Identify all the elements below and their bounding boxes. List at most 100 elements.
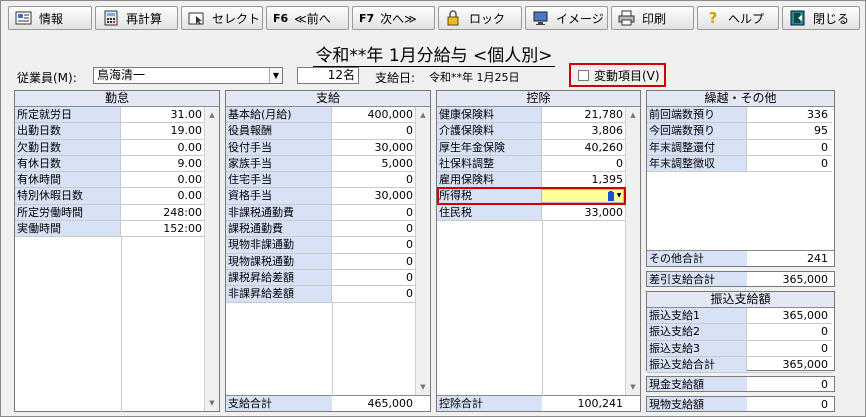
image-button[interactable]: イメージ	[525, 6, 608, 30]
payments-row-value[interactable]: 0	[332, 172, 416, 187]
attendance-row[interactable]: 欠勤日数 0.00	[15, 139, 206, 156]
attendance-row-label: 所定就労日	[15, 107, 121, 123]
variable-items-checkbox[interactable]: 変動項目(V)	[569, 63, 666, 87]
transfer-row[interactable]: 振込支給合計 365,000	[647, 356, 832, 374]
payments-row-value[interactable]: 0	[332, 205, 416, 220]
payments-row[interactable]: 役付手当 30,000	[226, 139, 417, 156]
carryover-row-value[interactable]: 0	[747, 156, 831, 171]
attendance-row-value[interactable]: 9.00	[121, 156, 205, 171]
attendance-scrollbar[interactable]: ▲ ▼	[204, 107, 219, 411]
attendance-row-value[interactable]: 152:00	[121, 221, 205, 236]
attendance-header: 勤怠	[15, 91, 219, 107]
payments-row[interactable]: 非課税通勤費 0	[226, 204, 417, 222]
select-button[interactable]: セレクト	[181, 6, 263, 30]
attendance-row-value[interactable]: 248:00	[121, 205, 205, 220]
lock-button[interactable]: ロック	[438, 6, 522, 30]
transfer-row-value[interactable]: 0	[747, 324, 831, 339]
payments-row-value[interactable]: 0	[332, 286, 416, 301]
deductions-scrollbar[interactable]: ▲ ▼	[625, 107, 640, 395]
attendance-row-value[interactable]: 31.00	[121, 107, 205, 122]
payments-row[interactable]: 課税通勤費 0	[226, 221, 417, 238]
carryover-row-value[interactable]: 0	[747, 140, 831, 155]
payments-row[interactable]: 資格手当 30,000	[226, 188, 417, 205]
deductions-row-value[interactable]: 1,395	[542, 172, 626, 187]
transfer-row[interactable]: 振込支給1 365,000	[647, 308, 832, 325]
carryover-row[interactable]: 今回端数預り 95	[647, 123, 832, 140]
transfer-row-value[interactable]: 0	[747, 341, 831, 356]
scroll-down-icon[interactable]: ▼	[626, 380, 640, 394]
attendance-row-value[interactable]: 0.00	[121, 188, 205, 203]
transfer-row[interactable]: 振込支給2 0	[647, 324, 832, 341]
payments-row[interactable]: 住宅手当 0	[226, 172, 417, 189]
payments-scrollbar[interactable]: ▲ ▼	[415, 107, 430, 395]
prev-button[interactable]: F6 ≪前へ	[266, 6, 349, 30]
attendance-row-value[interactable]: 0.00	[121, 172, 205, 187]
scroll-up-icon[interactable]: ▲	[205, 108, 219, 122]
other-total-row: その他合計 241	[647, 250, 834, 266]
carryover-row-value[interactable]: 95	[747, 123, 831, 138]
attendance-row[interactable]: 出勤日数 19.00	[15, 123, 206, 140]
deductions-row-value[interactable]: 33,000	[542, 205, 626, 220]
payments-row[interactable]: 非課昇給差額 0	[226, 286, 417, 303]
attendance-row-value[interactable]: 0.00	[121, 140, 205, 155]
payments-row[interactable]: 役員報酬 0	[226, 123, 417, 140]
deductions-row[interactable]: 健康保険料 21,780	[437, 107, 627, 124]
payments-row-value[interactable]: 30,000	[332, 140, 416, 155]
recalc-button[interactable]: 再計算	[95, 6, 178, 30]
payments-row-value[interactable]: 0	[332, 221, 416, 236]
deductions-row-value[interactable]: 3,806	[542, 123, 626, 138]
deductions-row[interactable]: 住民税 33,000	[437, 204, 627, 222]
transfer-row-label: 振込支給3	[647, 340, 747, 356]
scroll-up-icon[interactable]: ▲	[626, 108, 640, 122]
calculator-icon	[102, 10, 120, 26]
transfer-row-value[interactable]: 365,000	[747, 308, 831, 323]
print-button[interactable]: 印刷	[611, 6, 694, 30]
carryover-row-value[interactable]: 336	[747, 107, 831, 122]
attendance-row[interactable]: 有休時間 0.00	[15, 172, 206, 189]
payments-row[interactable]: 現物非課通勤 0	[226, 237, 417, 254]
payments-row-value[interactable]: 30,000	[332, 188, 416, 203]
deductions-row[interactable]: 厚生年金保険 40,260	[437, 139, 627, 156]
deductions-row-value[interactable]: 21,780	[542, 107, 626, 122]
attendance-row[interactable]: 実働時間 152:00	[15, 221, 206, 238]
next-button[interactable]: F7 次へ≫	[352, 6, 435, 30]
payments-row[interactable]: 課税昇給差額 0	[226, 269, 417, 287]
checkbox-icon[interactable]	[578, 69, 589, 81]
attendance-row[interactable]: 有休日数 9.00	[15, 155, 206, 173]
payments-row-value[interactable]: 0	[332, 123, 416, 138]
attendance-row[interactable]: 特別休暇日数 0.00	[15, 188, 206, 205]
deductions-row[interactable]: 社保料調整 0	[437, 155, 627, 173]
attendance-row[interactable]: 所定労働時間 248:00	[15, 204, 206, 222]
payments-row[interactable]: 基本給(月給) 400,000	[226, 107, 417, 124]
payments-header: 支給	[226, 91, 430, 107]
chevron-down-icon[interactable]: ▼	[615, 190, 623, 202]
close-button[interactable]: 閉じる	[782, 6, 860, 30]
transfer-row[interactable]: 振込支給3 0	[647, 340, 832, 357]
carryover-row[interactable]: 年末調整還付 0	[647, 139, 832, 156]
transfer-row-value[interactable]: 365,000	[747, 357, 831, 372]
carryover-row[interactable]: 前回端数預り 336	[647, 107, 832, 124]
payments-row-value[interactable]: 0	[332, 237, 416, 252]
page-title: 令和**年 1月分給与 <個人別>	[313, 46, 555, 67]
carryover-row-label: 前回端数預り	[647, 107, 747, 123]
attendance-row-value[interactable]: 19.00	[121, 123, 205, 138]
deductions-row-value[interactable]: 0	[542, 156, 626, 171]
scroll-down-icon[interactable]: ▼	[205, 396, 219, 410]
employee-select[interactable]: 鳥海清一 ▼	[93, 67, 283, 84]
payments-row-value[interactable]: 0	[332, 270, 416, 285]
deductions-row-value[interactable]: 40,260	[542, 140, 626, 155]
payments-row[interactable]: 家族手当 5,000	[226, 155, 417, 173]
scroll-down-icon[interactable]: ▼	[416, 380, 430, 394]
payments-row[interactable]: 現物課税通勤 0	[226, 253, 417, 270]
info-button[interactable]: 情報	[8, 6, 92, 30]
chevron-down-icon[interactable]: ▼	[269, 68, 282, 83]
payments-row-value[interactable]: 400,000	[332, 107, 416, 122]
deductions-row[interactable]: 介護保険料 3,806	[437, 123, 627, 140]
carryover-row[interactable]: 年末調整徴収 0	[647, 155, 832, 173]
payments-row-value[interactable]: 0	[332, 254, 416, 269]
income-tax-input[interactable]: 0 ▼	[541, 189, 624, 203]
scroll-up-icon[interactable]: ▲	[416, 108, 430, 122]
help-button[interactable]: ? ヘルプ	[697, 6, 779, 30]
attendance-row[interactable]: 所定就労日 31.00	[15, 107, 206, 124]
payments-row-value[interactable]: 5,000	[332, 156, 416, 171]
